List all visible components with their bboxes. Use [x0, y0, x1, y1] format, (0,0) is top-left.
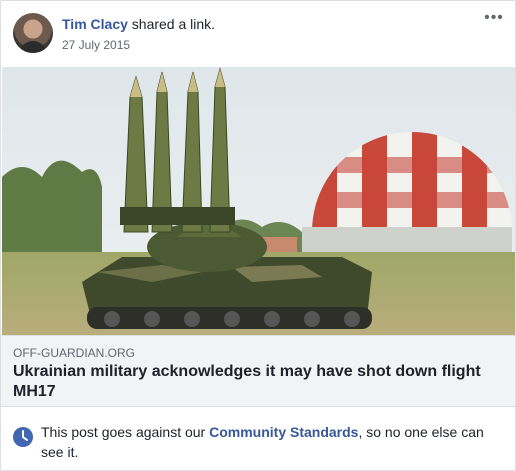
notice-text-before: This post goes against our	[41, 424, 210, 440]
author-name[interactable]: Tim Clacy	[62, 16, 128, 32]
post-date[interactable]: 27 July 2015	[62, 38, 130, 52]
avatar-shirt	[19, 41, 47, 53]
author-line: Tim Clacy shared a link.	[62, 16, 215, 32]
launcher-rail	[120, 207, 235, 225]
community-standards-link[interactable]: Community Standards	[209, 424, 358, 440]
link-title[interactable]: Ukrainian military acknowledges it may h…	[13, 362, 493, 402]
post-header: Tim Clacy shared a link. 27 July 2015 ••…	[1, 1, 515, 67]
ellipsis-icon: •••	[484, 9, 504, 26]
notice-text: This post goes against our Community Sta…	[41, 422, 501, 462]
avatar[interactable]	[13, 13, 53, 53]
dome-base	[302, 227, 512, 252]
link-domain: OFF-GUARDIAN.ORG	[13, 346, 135, 360]
link-preview[interactable]: OFF-GUARDIAN.ORG Ukrainian military ackn…	[1, 335, 515, 407]
tree-cluster-left	[2, 160, 102, 257]
more-options-button[interactable]: •••	[483, 10, 505, 29]
link-image[interactable]	[2, 67, 515, 335]
post-card: Tim Clacy shared a link. 27 July 2015 ••…	[0, 0, 516, 471]
community-standards-notice: This post goes against our Community Sta…	[1, 407, 515, 470]
clock-icon	[13, 427, 33, 447]
post-action: shared a link.	[127, 16, 216, 32]
